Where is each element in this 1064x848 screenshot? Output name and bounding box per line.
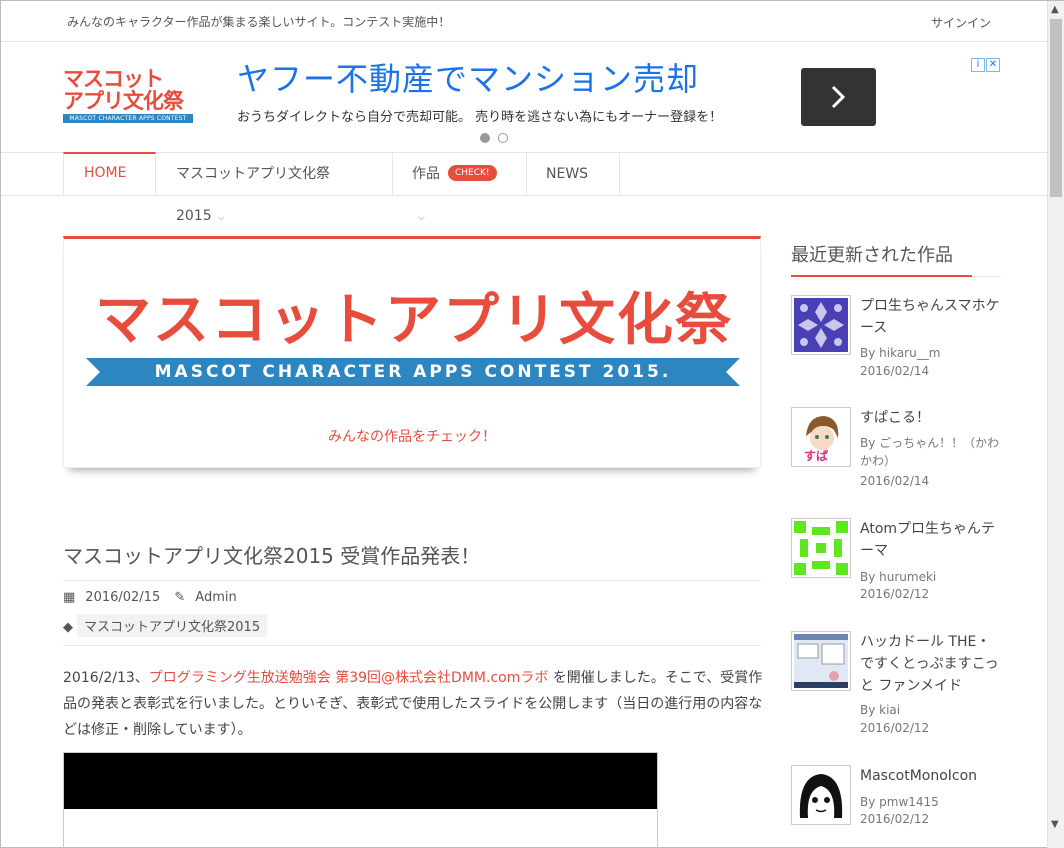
nav-news-label: NEWS xyxy=(546,166,589,182)
site-logo[interactable]: マスコット アプリ文化祭 MASCOT CHARACTER APPS CONTE… xyxy=(63,68,195,128)
work-title[interactable]: MascotMonoIcon xyxy=(860,765,1002,787)
work-date: 2016/02/12 xyxy=(860,587,930,601)
post-meta: ▦ 2016/02/15 ✎ Admin xyxy=(63,590,247,605)
character-icon: すぱ xyxy=(794,410,848,464)
post-author[interactable]: Admin xyxy=(195,590,236,605)
work-title[interactable]: Atomプロ生ちゃんテーマ xyxy=(860,518,1002,562)
banner-title: マスコットアプリ文化祭 xyxy=(95,288,733,353)
work-title[interactable]: ハッカドール THE・ですくとっぷますこっと ファンメイド xyxy=(860,631,1002,697)
ad-choices[interactable]: i ✕ xyxy=(971,52,1003,72)
pattern-icon xyxy=(794,521,848,575)
logo-line3: MASCOT CHARACTER APPS CONTEST xyxy=(63,114,193,123)
chevron-down-icon: ⌵ xyxy=(217,213,225,223)
heading-underline xyxy=(791,275,972,277)
mono-character-icon xyxy=(794,768,848,822)
work-author[interactable]: By kiai xyxy=(860,701,1002,719)
carousel-dot[interactable] xyxy=(480,133,490,143)
tag-icon: ◆ xyxy=(63,620,73,635)
work-thumbnail[interactable] xyxy=(791,765,851,825)
pattern-icon xyxy=(794,298,848,352)
work-date: 2016/02/12 xyxy=(860,721,930,735)
check-works-link[interactable]: みんなの作品をチェック！ xyxy=(64,426,760,446)
sidebar: 最近更新された作品 プロ生ちゃんスマホケース By hikaru__m 2016… xyxy=(791,241,1001,826)
sidebar-work-item[interactable]: プロ生ちゃんスマホケース By hikaru__m 2016/02/14 xyxy=(791,295,1001,395)
banner-ribbon-text: MASCOT CHARACTER APPS CONTEST 2015. xyxy=(154,362,672,382)
desktop-screenshot-icon xyxy=(794,634,848,688)
nav-works-label: 作品 xyxy=(412,166,440,182)
work-date: 2016/02/14 xyxy=(860,364,930,378)
close-icon[interactable]: ✕ xyxy=(986,58,1000,72)
nav-contest[interactable]: マスコットアプリ文化祭2015 ⌵ xyxy=(156,153,393,224)
scroll-up-icon[interactable]: ▲ xyxy=(1051,4,1059,15)
chevron-right-icon xyxy=(831,85,846,109)
calendar-icon: ▦ xyxy=(63,590,76,605)
work-author[interactable]: By ごっちゃん！！（かわかわ） xyxy=(860,434,1002,470)
sidebar-work-item[interactable]: ハッカドール THE・ですくとっぷますこっと ファンメイド By kiai 20… xyxy=(791,631,1001,741)
post-body: 2016/2/13、プログラミング生放送勉強会 第39回@株式会社DMM.com… xyxy=(63,665,763,743)
pencil-icon: ✎ xyxy=(174,590,186,605)
scroll-down-icon[interactable]: ▼ xyxy=(1051,819,1059,830)
study-session-link[interactable]: プログラミング生放送勉強会 第39回@株式会社DMM.comラボ xyxy=(149,670,549,686)
site-header: マスコット アプリ文化祭 MASCOT CHARACTER APPS CONTE… xyxy=(1,42,1047,152)
sidebar-work-item[interactable]: MascotMonoIcon By pmw1415 2016/02/12 xyxy=(791,765,1001,835)
ad-banner[interactable]: ヤフー不動産でマンション売却 おうちダイレクトなら自分で売却可能。 売り時を逃さ… xyxy=(237,50,1007,145)
work-thumbnail[interactable] xyxy=(791,518,851,578)
nav-news[interactable]: NEWS xyxy=(526,153,620,195)
ad-description[interactable]: おうちダイレクトなら自分で売却可能。 売り時を逃さない為にもオーナー登録を！ xyxy=(237,106,722,125)
divider xyxy=(63,580,761,581)
contest-banner[interactable]: マスコットアプリ文化祭 MASCOT CHARACTER APPS CONTES… xyxy=(63,236,761,468)
work-author[interactable]: By hikaru__m xyxy=(860,344,1002,362)
sidebar-work-item[interactable]: すぱ すぱこる！ By ごっちゃん！！（かわかわ） 2016/02/14 xyxy=(791,407,1001,507)
divider xyxy=(63,645,761,646)
post-body-prefix: 2016/2/13、 xyxy=(63,670,149,686)
nav-works[interactable]: 作品 CHECK! ⌵ xyxy=(392,153,527,223)
work-author[interactable]: By hurumeki xyxy=(860,568,1002,586)
signin-link[interactable]: サインイン xyxy=(931,14,991,31)
sidebar-work-item[interactable]: Atomプロ生ちゃんテーマ By hurumeki 2016/02/12 xyxy=(791,518,1001,618)
post-tags: ◆ マスコットアプリ文化祭2015 xyxy=(63,614,268,637)
top-bar: みんなのキャラクター作品が集まる楽しいサイト。コンテスト実施中！ サインイン xyxy=(1,1,1047,42)
svg-text:すぱ: すぱ xyxy=(804,448,828,463)
chevron-down-icon: ⌵ xyxy=(418,213,425,223)
work-thumbnail[interactable]: すぱ xyxy=(791,407,851,467)
scrollbar[interactable]: ▲ ▼ xyxy=(1047,1,1064,848)
work-date: 2016/02/12 xyxy=(860,812,930,826)
work-thumbnail[interactable] xyxy=(791,631,851,691)
main-nav: HOME マスコットアプリ文化祭2015 ⌵ 作品 CHECK!⌵ NEWS xyxy=(1,152,1047,224)
slide-embed[interactable] xyxy=(63,752,658,848)
work-thumbnail[interactable] xyxy=(791,295,851,355)
site-tagline: みんなのキャラクター作品が集まる楽しいサイト。コンテスト実施中！ xyxy=(67,15,451,29)
ad-title[interactable]: ヤフー不動産でマンション売却 xyxy=(237,54,699,100)
nav-home[interactable]: HOME xyxy=(63,152,156,196)
post-date: 2016/02/15 xyxy=(85,590,161,605)
work-date: 2016/02/14 xyxy=(860,474,930,488)
post-title[interactable]: マスコットアプリ文化祭2015 受賞作品発表！ xyxy=(63,540,480,569)
sidebar-heading: 最近更新された作品 xyxy=(791,245,953,266)
carousel-dot[interactable] xyxy=(498,133,508,143)
work-author[interactable]: By pmw1415 xyxy=(860,793,1002,811)
post-tag[interactable]: マスコットアプリ文化祭2015 xyxy=(77,614,268,637)
info-icon[interactable]: i xyxy=(971,58,985,72)
work-title[interactable]: すぱこる！ xyxy=(860,407,1002,429)
logo-line1: マスコット xyxy=(63,67,164,91)
scrollbar-thumb[interactable] xyxy=(1050,19,1062,197)
ad-carousel-dots xyxy=(480,128,516,147)
nav-contest-label: マスコットアプリ文化祭2015 xyxy=(176,166,330,224)
nav-home-label: HOME xyxy=(84,165,127,181)
slide-header-bar xyxy=(64,753,657,809)
work-title[interactable]: プロ生ちゃんスマホケース xyxy=(860,295,1002,339)
ad-next-button[interactable] xyxy=(801,68,876,126)
logo-line2: アプリ文化祭 xyxy=(63,89,184,113)
check-badge: CHECK! xyxy=(448,165,497,181)
